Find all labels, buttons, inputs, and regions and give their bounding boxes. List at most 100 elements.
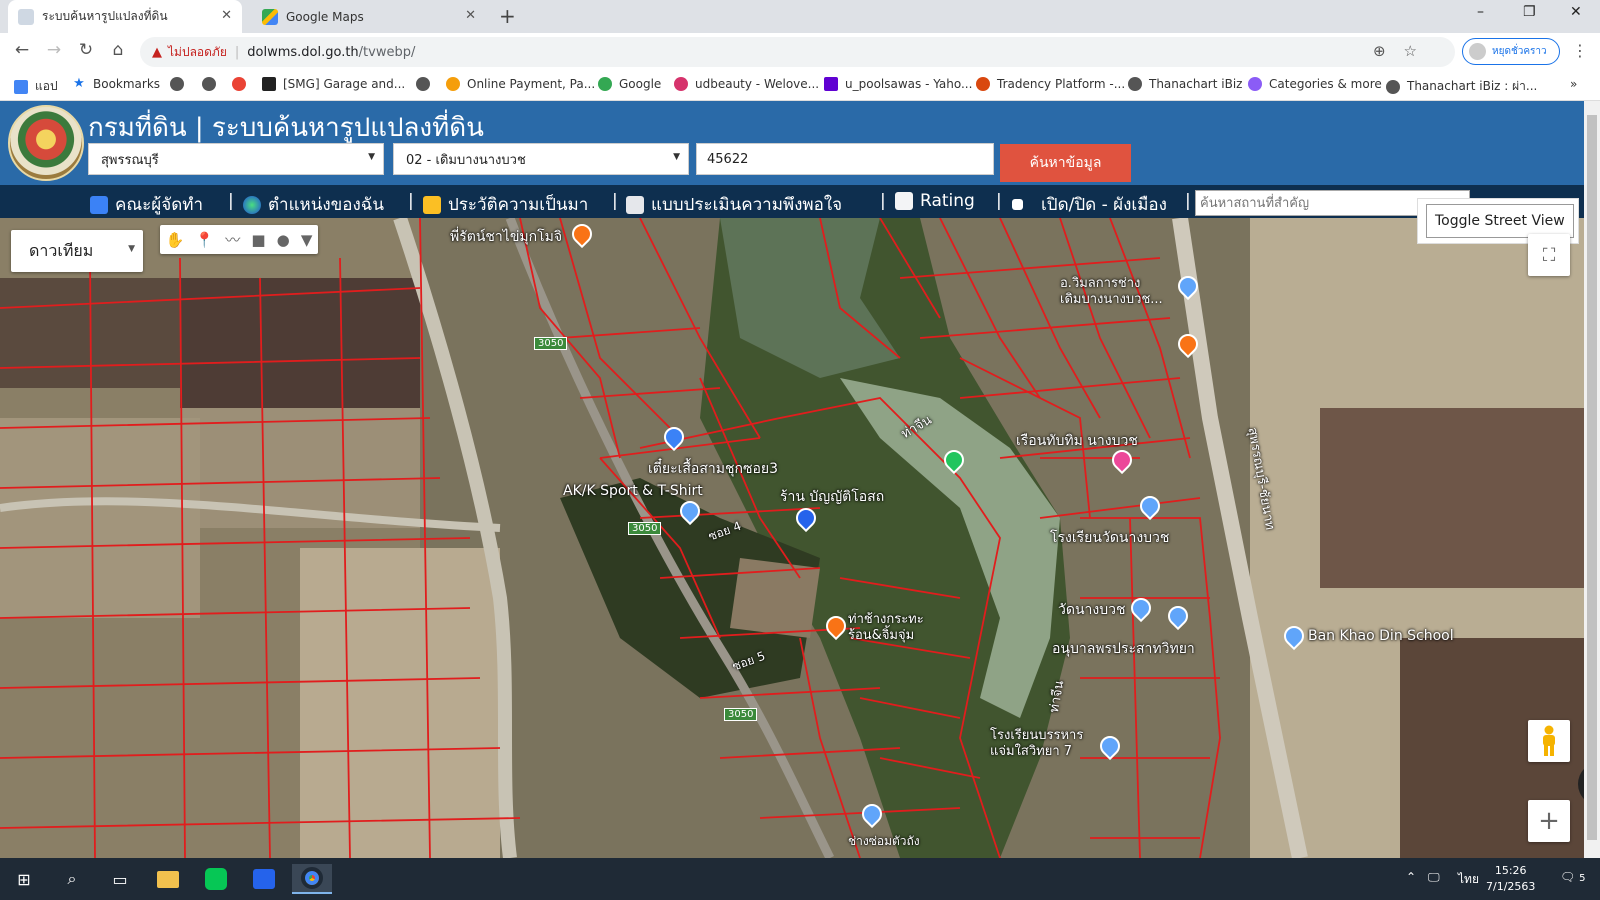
map-label[interactable]: Ban Khao Din School [1308,628,1454,644]
chrome-icon[interactable] [292,864,332,894]
bookmark-categories[interactable]: Categories & more [1248,77,1382,91]
bookmark-bookmarks[interactable]: ★ Bookmarks [72,77,160,92]
parcel-number-input[interactable] [696,143,994,175]
reload-icon[interactable]: ↻ [74,40,98,60]
hand-pan-icon[interactable]: ✋ [166,231,185,249]
map-label[interactable]: พี่รัตน์ชาไข่มุกโมจิ [450,226,562,248]
search-icon[interactable]: ⌕ [52,864,92,894]
bookmark-thanachart-ibiz[interactable]: Thanachart iBiz [1128,77,1242,91]
minimize-icon[interactable]: – [1477,4,1484,20]
menu-item-survey[interactable]: แบบประเมินความพึงพอใจ [626,191,842,218]
fullscreen-icon[interactable]: ⛶ [1528,234,1570,276]
tray-chevron-up-icon[interactable]: ⌃ [1406,870,1416,884]
menu-item-credits[interactable]: คณะผู้จัดทำ [90,191,203,218]
bookmark-globe-2[interactable] [202,77,223,91]
bookmark-smg-garage[interactable]: [SMG] Garage and... [262,77,405,91]
bookmark-google-1[interactable] [232,77,253,91]
rectangle-icon[interactable]: ■ [251,231,265,249]
task-view-icon[interactable]: ▭ [100,864,140,894]
bookmarks-bar: แอป ★ Bookmarks [SMG] Garage and... Onlin… [0,71,1600,101]
zoom-and-star-icons[interactable]: ⊕☆ [1373,42,1435,60]
tab-google-maps[interactable]: Google Maps ✕ [252,0,486,33]
file-explorer-icon[interactable] [148,864,188,894]
page-scrollbar[interactable] [1584,101,1600,858]
map-label[interactable]: ท่าช้างกระทะร้อน&จิ้มจุ่ม [848,612,938,644]
site-header: กรมที่ดิน | ระบบค้นหารูปแปลงที่ดิน สุพรร… [0,101,1600,185]
bookmark-tradency[interactable]: Tradency Platform -... [976,77,1125,91]
menu-item-history[interactable]: ประวัติความเป็นมา [423,191,588,218]
map-label[interactable]: อ.วิมลการช่าง เดิมบางนางบวช... [1060,276,1170,308]
security-warning[interactable]: ไม่ปลอดภัย [168,43,227,62]
bookmarks-overflow[interactable]: » [1570,77,1577,91]
toggle-street-view-button[interactable]: Toggle Street View [1426,204,1574,238]
circle-icon[interactable]: ● [277,231,290,249]
globe-icon [1386,79,1400,94]
district-select[interactable]: 02 - เดิมบางนางบวช ▼ [393,143,689,175]
globe-icon [202,77,216,91]
udbeauty-icon [674,77,688,91]
new-tab-button[interactable]: + [499,4,516,28]
close-window-icon[interactable]: ✕ [1570,4,1582,20]
map-type-select[interactable]: ดาวเทียม ▼ [11,230,143,272]
marker-icon[interactable]: 📍 [195,231,214,249]
windows-start-icon[interactable]: ⊞ [4,864,44,894]
close-tab-icon[interactable]: ✕ [465,8,476,23]
forward-icon[interactable]: → [42,40,66,60]
bookmark-thanachart-ibiz-2[interactable]: Thanachart iBiz : ผ่า... [1386,77,1537,96]
back-icon[interactable]: ← [10,40,34,60]
windows-taskbar: ⊞ ⌕ ▭ ⌃ 🖵 ไทย 15:26 7/1/2563 🗨 5 [0,858,1600,900]
zoom-in-button[interactable]: + [1528,800,1570,842]
scrollbar-thumb[interactable] [1587,115,1597,840]
url-path: /tvwebp/ [358,44,416,60]
menu-item-my-location[interactable]: ตำแหน่งของฉัน [243,191,384,218]
close-tab-icon[interactable]: ✕ [221,8,232,23]
categories-icon [1248,77,1262,91]
tab-title: Google Maps [286,9,364,24]
notification-center-icon[interactable]: 🗨 5 [1560,870,1585,884]
memo-icon [626,195,644,214]
maximize-icon[interactable]: ❐ [1523,4,1536,20]
map-label[interactable]: โรงเรียนบรรหารแจ่มใสวิทยา 7 [990,728,1100,760]
polyline-icon[interactable]: 〰 [225,229,240,250]
checkbox-icon [1012,199,1023,210]
map-label[interactable]: เรือนทับทิม นางบวช [1016,430,1138,452]
bookmark-online-payment[interactable]: Online Payment, Pa... [446,77,595,91]
tab-land-search[interactable]: ระบบค้นหารูปแปลงที่ดิน ✕ [8,0,242,33]
bookmark-globe-1[interactable] [170,77,191,91]
profile-button[interactable]: หยุดชั่วคราว [1462,38,1560,65]
menu-item-rating[interactable]: Rating [895,191,975,211]
province-select[interactable]: สุพรรณบุรี ▼ [88,143,384,175]
map-label[interactable]: อนุบาลพรประสาทวิทยา [1052,638,1195,660]
address-bar[interactable]: ▲ ไม่ปลอดภัย | dolwms.dol.go.th/tvwebp/ … [140,37,1455,67]
menu-kebab-icon[interactable]: ⋮ [1572,41,1588,60]
map-label[interactable]: ร้าน บัญญัติโอสถ [780,486,884,508]
map-label[interactable]: เตี๋ยะเสื้อสามชุกซอย3 [648,458,778,480]
search-button[interactable]: ค้นหาข้อมูล [1000,144,1131,182]
system-clock[interactable]: 15:26 7/1/2563 [1486,863,1535,895]
map-label[interactable]: AK/K Sport & T-Shirt [563,483,703,499]
pegman-icon[interactable] [1528,720,1570,762]
bookmark-globe-3[interactable] [416,77,437,91]
map-canvas[interactable]: 3050 3050 3050 พี่รัตน์ชาไข่มุกโมจิ อ.วิ… [0,218,1584,858]
chevron-down-icon: ▼ [368,152,375,162]
line-app-icon[interactable] [196,864,236,894]
home-icon[interactable]: ⌂ [106,40,130,60]
road-number-tag: 3050 [534,337,568,350]
camera-app-icon[interactable] [244,864,284,894]
land-dept-favicon-icon [18,8,34,25]
network-icon[interactable]: 🖵 [1428,870,1440,885]
line-logo-icon [205,868,227,890]
menu-item-toggle-cityplan[interactable]: เปิด/ปิด - ผังเมือง [1012,191,1167,218]
bookmark-udbeauty[interactable]: udbeauty - Welove... [674,77,819,91]
bookmark-apps[interactable]: แอป [14,77,58,96]
google-maps-favicon-icon [262,8,278,25]
bookmark-google-2[interactable]: Google [598,77,661,91]
bookmark-yahoo[interactable]: u_poolsawas - Yaho... [824,77,972,91]
payment-icon [446,77,460,91]
map-label[interactable]: โรงเรียนวัดนางบวช [1050,527,1169,549]
chevron-down-icon: ▼ [673,152,680,162]
map-label[interactable]: วัดนางบวช [1058,599,1125,621]
polygon-icon[interactable]: ▼ [301,231,313,249]
map-label[interactable]: ช่างซ่อมตัวถัง [848,832,920,851]
input-language[interactable]: ไทย [1458,870,1479,889]
